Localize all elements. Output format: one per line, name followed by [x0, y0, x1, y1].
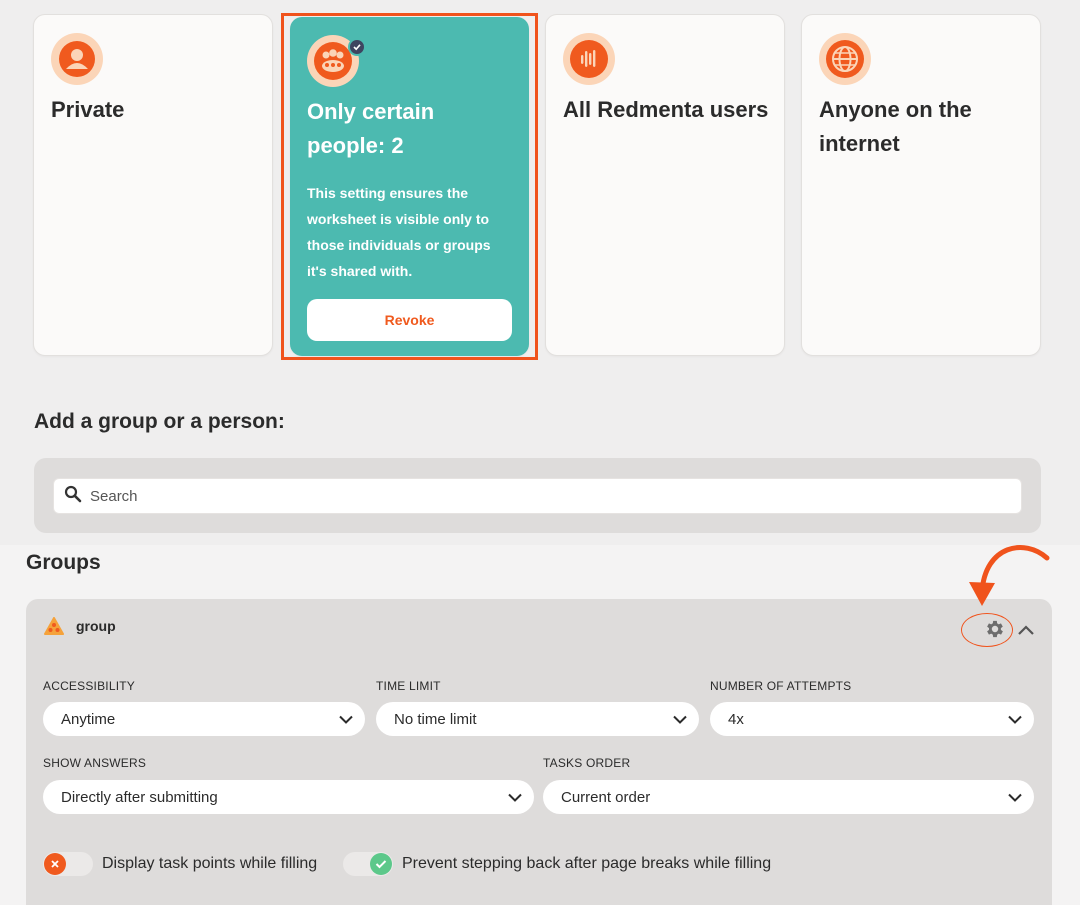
chevron-up-icon[interactable] [1014, 618, 1038, 642]
show-answers-select[interactable]: Directly after submitting [43, 780, 534, 814]
globe-icon [819, 33, 871, 85]
time-limit-label: TIME LIMIT [376, 679, 441, 693]
show-answers-value: Directly after submitting [61, 788, 218, 806]
search-icon [64, 485, 82, 508]
add-section-title: Add a group or a person: [34, 410, 285, 433]
share-option-redmenta-users[interactable]: All Redmenta users [545, 14, 785, 356]
group-icon [44, 617, 64, 635]
gear-icon[interactable] [983, 617, 1007, 641]
group-name: group [76, 618, 116, 634]
chevron-down-icon [673, 711, 687, 728]
check-icon [370, 853, 392, 875]
chevron-down-icon [508, 789, 522, 806]
share-option-title: Anyone on the internet [819, 97, 972, 156]
tasks-order-select[interactable]: Current order [543, 780, 1034, 814]
chevron-down-icon [339, 711, 353, 728]
search-box[interactable] [53, 478, 1022, 514]
tasks-order-value: Current order [561, 788, 651, 806]
share-option-description: This setting ensures the worksheet is vi… [307, 185, 491, 279]
accessibility-value: Anytime [61, 710, 116, 728]
task-points-label: Display task points while filling [102, 855, 318, 872]
search-container [34, 458, 1041, 533]
close-icon [44, 853, 66, 875]
time-limit-select[interactable]: No time limit [376, 702, 699, 736]
check-icon [348, 38, 366, 56]
share-option-title: All Redmenta users [563, 97, 769, 122]
group-panel: group ACCESSIBILITY Anytime TIME LIMIT N… [26, 599, 1052, 905]
share-option-title: Private [51, 97, 125, 122]
toggle-prevent-back-row: Prevent stepping back after page breaks … [343, 852, 771, 876]
accessibility-select[interactable]: Anytime [43, 702, 365, 736]
accessibility-label: ACCESSIBILITY [43, 679, 135, 693]
share-option-private[interactable]: Private [33, 14, 273, 356]
prevent-back-toggle[interactable] [343, 852, 393, 876]
group-header: group [44, 617, 116, 635]
attempts-label: NUMBER OF ATTEMPTS [710, 679, 852, 693]
redmenta-logo-icon [563, 33, 615, 85]
revoke-button[interactable]: Revoke [307, 299, 512, 341]
task-points-toggle[interactable] [43, 852, 93, 876]
share-option-title: Only certain people: 2 [307, 99, 435, 158]
share-option-internet[interactable]: Anyone on the internet [801, 14, 1041, 356]
share-option-certain-people[interactable]: Only certain people: 2 This setting ensu… [290, 17, 529, 356]
prevent-back-label: Prevent stepping back after page breaks … [402, 855, 772, 872]
chevron-down-icon [1008, 789, 1022, 806]
search-input[interactable] [90, 487, 990, 505]
tasks-order-label: TASKS ORDER [543, 756, 631, 770]
show-answers-label: SHOW ANSWERS [43, 756, 147, 770]
groups-title: Groups [26, 551, 101, 574]
person-icon [51, 33, 103, 85]
chevron-down-icon [1008, 711, 1022, 728]
toggle-task-points-row: Display task points while filling [43, 852, 317, 876]
time-limit-value: No time limit [394, 710, 477, 728]
attempts-select[interactable]: 4x [710, 702, 1034, 736]
attempts-value: 4x [728, 710, 744, 728]
